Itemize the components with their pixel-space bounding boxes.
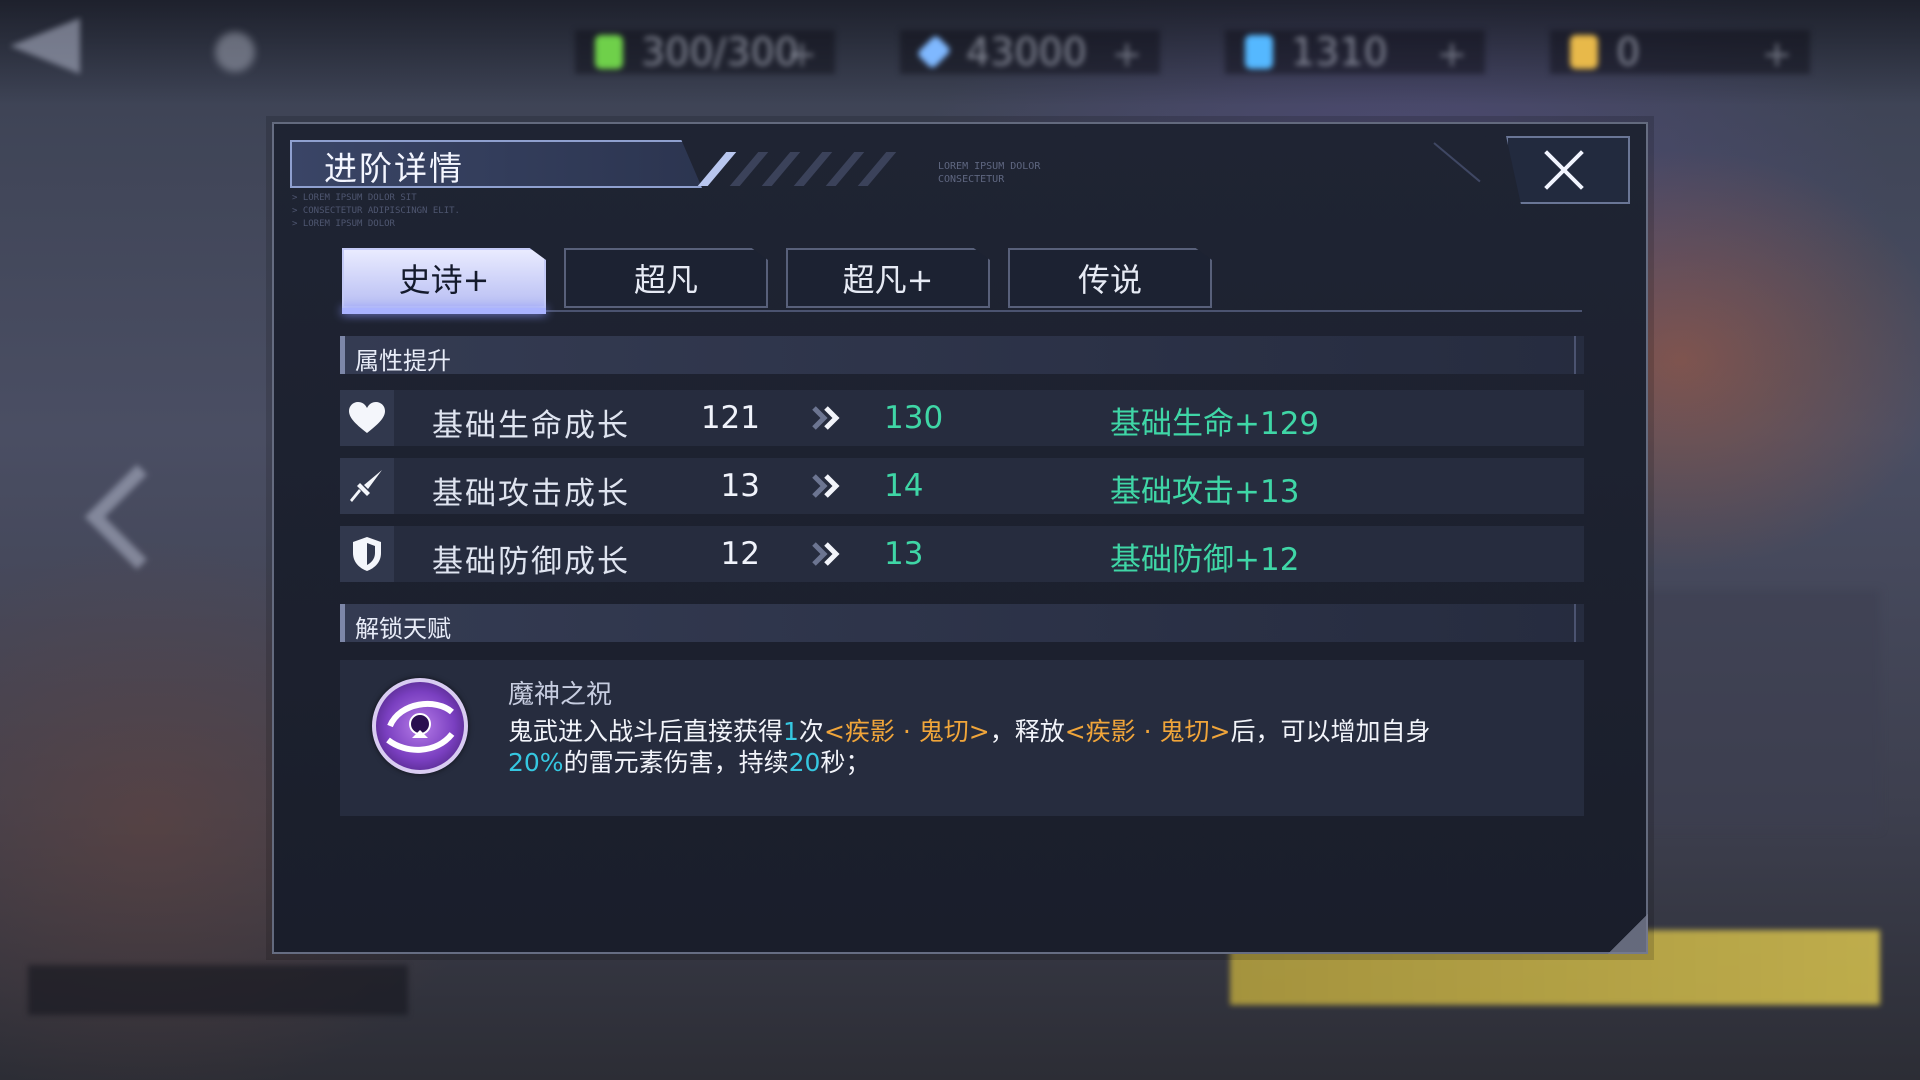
resource-value: 300/300 — [641, 30, 799, 74]
stat-new-value: 14 — [884, 468, 924, 504]
heart-icon — [340, 390, 394, 446]
stat-name: 基础防御成长 — [432, 544, 630, 580]
diamond-icon — [916, 34, 952, 70]
attributes-section-header: 属性提升 — [340, 336, 1584, 375]
stat-bonus: 基础防御+12 — [1110, 542, 1300, 578]
resource-stamina: 300/300 + — [575, 30, 835, 75]
add-ticket-button[interactable]: + — [1437, 34, 1467, 75]
decorative-line — [1433, 142, 1481, 183]
section-title: 解锁天赋 — [355, 615, 451, 643]
close-button[interactable] — [1506, 136, 1630, 204]
stat-current-value: 12 — [720, 536, 760, 572]
home-icon[interactable] — [215, 32, 255, 72]
talent-description: 鬼武进入战斗后直接获得1次<疾影 · 鬼切>，释放<疾影 · 鬼切>后，可以增加… — [508, 717, 1431, 777]
resource-value: 0 — [1616, 30, 1641, 74]
stamina-icon — [595, 35, 623, 69]
skill-name: <疾影 · 鬼切> — [823, 717, 990, 746]
shield-icon — [340, 526, 394, 582]
advance-details-dialog: 进阶详情 LOREM IPSUM DOLOR CONSECTETUR > LORE… — [272, 122, 1648, 954]
talent-emblem-icon — [372, 678, 468, 774]
dialog-corner-decoration — [1608, 914, 1648, 954]
stat-new-value: 130 — [884, 400, 944, 436]
background-power-box — [28, 965, 408, 1015]
decorative-text: LOREM IPSUM DOLOR CONSECTETUR — [938, 161, 1041, 185]
chevron-left-icon[interactable] — [84, 464, 190, 570]
tab-epic-plus[interactable]: 史诗+ — [342, 248, 546, 308]
background-side-panel — [1620, 590, 1880, 830]
ticket-icon — [1245, 35, 1273, 69]
decorative-text: > LOREM IPSUM DOLOR SIT > CONSECTETUR ADI… — [292, 193, 460, 229]
skill-name: <疾影 · 鬼切> — [1064, 717, 1231, 746]
tab-legendary[interactable]: 传说 — [1008, 248, 1212, 308]
stat-row-defense: 基础防御成长 12 13 基础防御+12 — [340, 526, 1584, 582]
tab-extraordinary[interactable]: 超凡 — [564, 248, 768, 308]
decorative-stripes — [697, 152, 902, 186]
stat-row-attack: 基础攻击成长 13 14 基础攻击+13 — [340, 458, 1584, 514]
talent-card: 魔神之祝 鬼武进入战斗后直接获得1次<疾影 · 鬼切>，释放<疾影 · 鬼切>后… — [340, 660, 1584, 816]
highlight-number: 20 — [788, 748, 821, 777]
add-coin-button[interactable]: + — [1762, 34, 1792, 75]
double-chevron-right-icon — [812, 474, 840, 498]
stat-name: 基础攻击成长 — [432, 476, 630, 512]
stat-name: 基础生命成长 — [432, 408, 630, 444]
coin-icon — [1570, 35, 1598, 69]
talent-section-header: 解锁天赋 — [340, 604, 1584, 643]
stat-bonus: 基础生命+129 — [1110, 406, 1320, 442]
dialog-title: 进阶详情 — [324, 149, 464, 188]
resource-ticket: 1310 + — [1225, 30, 1485, 75]
talent-name: 魔神之祝 — [508, 680, 613, 710]
double-chevron-right-icon — [812, 542, 840, 566]
stat-current-value: 13 — [720, 468, 760, 504]
active-tab-indicator — [342, 308, 546, 314]
highlight-number: 1 — [783, 717, 799, 746]
sword-icon — [340, 458, 394, 514]
stat-row-hp: 基础生命成长 121 130 基础生命+129 — [340, 390, 1584, 446]
back-arrow-icon[interactable] — [10, 18, 80, 74]
resource-value: 1310 — [1291, 30, 1388, 74]
resource-value: 43000 — [966, 30, 1087, 74]
tab-extraordinary-plus[interactable]: 超凡+ — [786, 248, 990, 308]
add-stamina-button[interactable]: + — [787, 34, 817, 75]
stat-new-value: 13 — [884, 536, 924, 572]
double-chevron-right-icon — [812, 406, 840, 430]
stat-bonus: 基础攻击+13 — [1110, 474, 1300, 510]
add-diamond-button[interactable]: + — [1112, 34, 1142, 75]
resource-coin: 0 + — [1550, 30, 1810, 75]
rank-tabs: 史诗+ 超凡 超凡+ 传说 — [342, 248, 1230, 308]
section-title: 属性提升 — [355, 347, 451, 375]
stat-current-value: 121 — [700, 400, 760, 436]
resource-diamond: 43000 + — [900, 30, 1160, 75]
highlight-number: 20% — [508, 748, 564, 777]
